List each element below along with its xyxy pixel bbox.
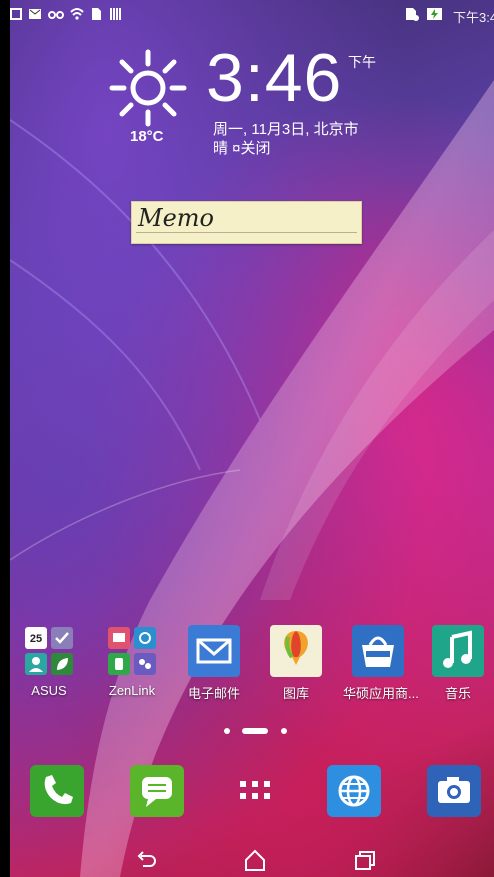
sunny-weather-icon[interactable] — [108, 48, 188, 128]
status-time: 下午3:4 — [453, 10, 494, 25]
clock-ampm: 下午 — [348, 54, 376, 70]
recents-icon[interactable] — [353, 848, 377, 872]
clock-date: 周一, 11月3日, 北京市 — [213, 121, 359, 138]
page-indicator-dot — [224, 728, 230, 734]
app-zenlink-folder[interactable]: ZenLink — [97, 625, 167, 698]
no-sim-icon — [406, 8, 419, 21]
screenshot-icon — [10, 8, 22, 20]
tasks-mini-icon — [51, 627, 73, 649]
contacts-mini-icon — [25, 653, 47, 675]
gallery-icon — [270, 625, 322, 677]
sd-card-icon — [92, 8, 101, 20]
leaf-mini-icon — [51, 653, 73, 675]
back-icon[interactable] — [135, 848, 159, 872]
phone-icon[interactable] — [30, 765, 84, 817]
wifi-icon — [70, 8, 84, 20]
barcode-icon — [110, 8, 121, 20]
mail-notification-icon — [29, 9, 41, 19]
page-indicator-dot — [281, 728, 287, 734]
app-label-email: 电子邮件 — [187, 686, 240, 701]
voicemail-icon — [48, 11, 64, 19]
app-gallery[interactable]: 图库 — [261, 625, 331, 702]
memo-text: Memo — [138, 204, 214, 232]
memo-rule-line — [136, 232, 357, 233]
memo-widget[interactable]: Memo — [131, 201, 362, 244]
browser-icon[interactable] — [327, 765, 381, 817]
clock-time[interactable]: 3:46 — [206, 44, 342, 112]
app-email[interactable]: 电子邮件 — [179, 625, 249, 702]
battery-charging-icon — [427, 8, 442, 20]
temperature: 18°C — [130, 128, 164, 145]
app-label-zenlink: ZenLink — [108, 683, 156, 698]
app-label-music: 音乐 — [444, 686, 471, 701]
screen-edge — [0, 0, 10, 877]
weather-alarm-status: 晴 ¤关闭 — [213, 140, 271, 157]
asus-store-icon — [352, 625, 404, 677]
app-music[interactable]: 音乐 — [423, 625, 493, 702]
pc-link-mini-icon — [108, 653, 130, 675]
party-link-mini-icon — [134, 653, 156, 675]
remote-link-mini-icon — [134, 627, 156, 649]
calendar-mini-icon: 25 — [25, 627, 47, 649]
app-drawer-icon[interactable] — [228, 765, 282, 817]
messages-icon[interactable] — [130, 765, 184, 817]
home-icon[interactable] — [243, 848, 267, 872]
app-asus-store[interactable]: 华硕应用商... — [343, 625, 419, 702]
app-label-gallery: 图库 — [282, 686, 309, 701]
app-asus-folder[interactable]: 25 ASUS — [14, 625, 84, 698]
email-icon — [188, 625, 240, 677]
app-label-asus-store: 华硕应用商... — [343, 686, 419, 701]
asus-folder-icon: 25 — [23, 625, 75, 677]
camera-icon[interactable] — [427, 765, 481, 817]
music-icon — [432, 625, 484, 677]
app-label-asus: ASUS — [31, 683, 67, 698]
share-link-mini-icon — [108, 627, 130, 649]
status-bar: 下午3:4 — [10, 0, 494, 28]
zenlink-folder-icon — [106, 625, 158, 677]
page-indicator-current — [242, 728, 268, 734]
